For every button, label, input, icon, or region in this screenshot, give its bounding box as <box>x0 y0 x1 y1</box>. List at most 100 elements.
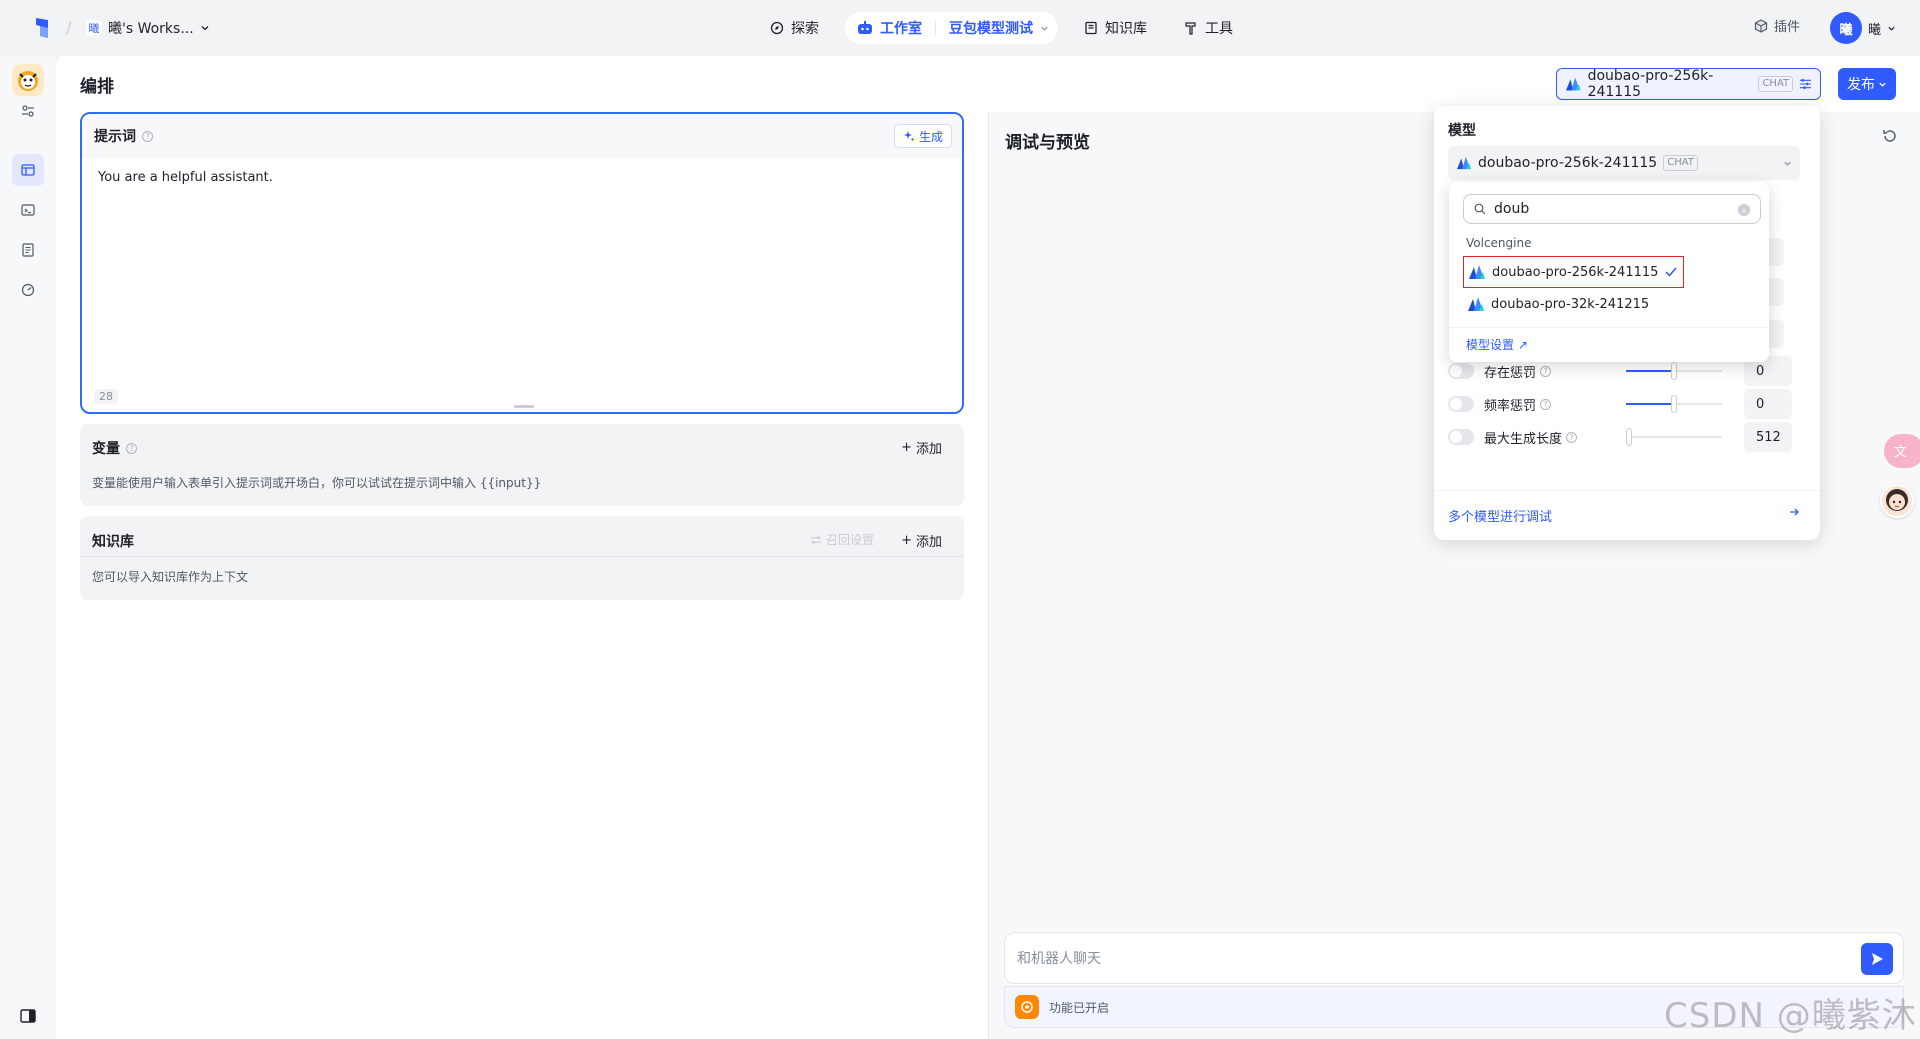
bot-avatar[interactable] <box>12 64 44 96</box>
multi-model-label: 多个模型进行调试 <box>1448 510 1553 525</box>
nav-explore[interactable]: 探索 <box>770 12 819 44</box>
rail-analytics[interactable] <box>12 274 44 306</box>
param-slider[interactable] <box>1626 428 1722 446</box>
rail-arrange[interactable] <box>12 154 44 186</box>
nav-divider <box>935 21 936 35</box>
sidebar-toggle-icon <box>20 1009 36 1023</box>
model-option[interactable]: doubao-pro-256k-241115 <box>1463 256 1684 288</box>
rail-collapse[interactable] <box>12 1000 44 1032</box>
rail-terminal[interactable] <box>12 194 44 226</box>
add-label: 添加 <box>915 535 942 550</box>
help-icon[interactable]: ? <box>142 130 153 142</box>
debug-title: 调试与预览 <box>1005 133 1090 153</box>
param-row-max-tokens: 最大生成长度? 512 <box>1448 422 1806 452</box>
param-label: 频率惩罚? <box>1484 395 1604 414</box>
translate-float-button[interactable]: 文 <box>1884 434 1920 468</box>
param-label: 存在惩罚? <box>1484 362 1604 381</box>
doubao-logo-icon <box>1468 297 1484 311</box>
add-knowledge-button[interactable]: + 添加 <box>901 531 942 550</box>
model-search-input[interactable]: doub × <box>1463 194 1761 224</box>
arrow-right-icon <box>1790 508 1799 516</box>
model-option[interactable]: doubao-pro-32k-241215 <box>1463 288 1683 320</box>
plugin-button[interactable]: 插件 <box>1754 16 1800 35</box>
terminal-icon <box>21 204 35 216</box>
chat-placeholder: 和机器人聊天 <box>1017 951 1101 967</box>
param-slider[interactable] <box>1626 395 1722 413</box>
multi-model-debug-link[interactable]: 多个模型进行调试 <box>1448 506 1800 525</box>
prompt-textarea[interactable]: You are a helpful assistant. <box>82 158 962 197</box>
model-tag: CHAT <box>1663 155 1698 171</box>
help-icon[interactable]: ? <box>1540 365 1552 377</box>
divider <box>1449 327 1769 328</box>
layout-icon <box>21 164 35 176</box>
generate-button[interactable]: 生成 <box>893 124 952 148</box>
document-icon <box>22 243 34 257</box>
model-name: doubao-pro-256k-241115 <box>1587 68 1714 100</box>
check-icon <box>1665 267 1677 277</box>
param-toggle[interactable] <box>1448 363 1474 379</box>
app-logo-icon[interactable] <box>34 16 52 40</box>
add-variable-button[interactable]: + 添加 <box>901 438 942 457</box>
refresh-button[interactable] <box>1882 128 1898 144</box>
chevron-down-icon <box>1888 26 1895 31</box>
knowledge-description: 您可以导入知识库作为上下文 <box>92 570 249 584</box>
nav-knowledge[interactable]: 知识库 <box>1084 12 1147 44</box>
function-status: 功能已开启 <box>1049 1000 1110 1015</box>
recall-settings-button[interactable]: 召回设置 <box>810 531 874 548</box>
param-row-frequency: 频率惩罚? 0 <box>1448 389 1806 419</box>
param-label: 最大生成长度? <box>1484 428 1604 447</box>
nav-knowledge-label: 知识库 <box>1105 21 1147 37</box>
help-icon[interactable]: ? <box>126 442 137 454</box>
search-icon <box>1474 203 1486 215</box>
doubao-logo-icon <box>1469 265 1485 279</box>
param-slider[interactable] <box>1626 362 1722 380</box>
settings-sliders-icon <box>1800 78 1812 90</box>
param-toggle[interactable] <box>1448 429 1474 445</box>
chevron-down-icon[interactable] <box>1040 24 1049 33</box>
knowledge-title: 知识库 <box>92 534 134 550</box>
search-value: doub <box>1494 201 1530 217</box>
variables-title: 变量 <box>92 441 120 457</box>
param-value-input[interactable]: 0 <box>1744 389 1792 419</box>
param-value-input[interactable]: 512 <box>1744 422 1792 452</box>
nav-project[interactable]: 豆包模型测试 <box>949 18 1033 38</box>
variables-card: 变量 ? + 添加 变量能使用户输入表单引入提示词或开场白，你可以试试在提示词中… <box>80 424 964 506</box>
plugin-label: 插件 <box>1774 20 1801 35</box>
sparkle-icon <box>903 131 915 142</box>
help-icon[interactable]: ? <box>1540 398 1552 410</box>
model-settings-link[interactable]: 模型设置 ↗ <box>1466 336 1528 353</box>
translate-icon: 文 <box>1894 445 1907 460</box>
send-button[interactable] <box>1861 943 1893 975</box>
user-menu[interactable]: 曦 曦 <box>1830 12 1896 44</box>
doubao-logo-icon <box>1457 156 1471 170</box>
compass-icon <box>770 21 784 35</box>
help-icon[interactable]: ? <box>1566 431 1578 443</box>
rail-document[interactable] <box>12 234 44 266</box>
function-icon <box>1015 995 1039 1019</box>
generate-label: 生成 <box>918 129 943 144</box>
chevron-down-icon <box>1784 161 1791 166</box>
divider <box>1434 490 1820 491</box>
workspace-avatar: 曦 <box>86 20 102 36</box>
page-title: 编排 <box>80 77 114 97</box>
param-toggle[interactable] <box>1448 396 1474 412</box>
model-select-button[interactable]: doubao-pro-256k-241115 CHAT <box>1556 68 1821 100</box>
model-dropdown: doub × Volcengine doubao-pro-256k-241115… <box>1449 182 1769 362</box>
chat-input[interactable]: 和机器人聊天 <box>1004 932 1904 984</box>
workspace-name: 曦's Works... <box>108 21 194 37</box>
model-select[interactable]: doubao-pro-256k-241115 CHAT <box>1448 146 1800 180</box>
nav-studio[interactable]: 工作室 <box>880 18 922 38</box>
clear-icon[interactable]: × <box>1738 204 1750 216</box>
resize-handle[interactable] <box>514 405 534 408</box>
assistant-avatar[interactable] <box>1880 484 1914 518</box>
divider <box>80 556 964 557</box>
publish-button[interactable]: 发布 <box>1838 68 1896 100</box>
workspace-switcher[interactable]: 曦 曦's Works... <box>86 16 210 40</box>
rail-settings[interactable] <box>12 95 44 127</box>
gauge-icon <box>21 283 35 297</box>
hammer-icon <box>1185 22 1196 35</box>
nav-tools[interactable]: 工具 <box>1184 12 1233 44</box>
model-label: 模型 <box>1448 123 1476 139</box>
chevron-down-icon <box>201 26 209 31</box>
watermark: CSDN @曦紫沐 <box>1664 996 1917 1036</box>
